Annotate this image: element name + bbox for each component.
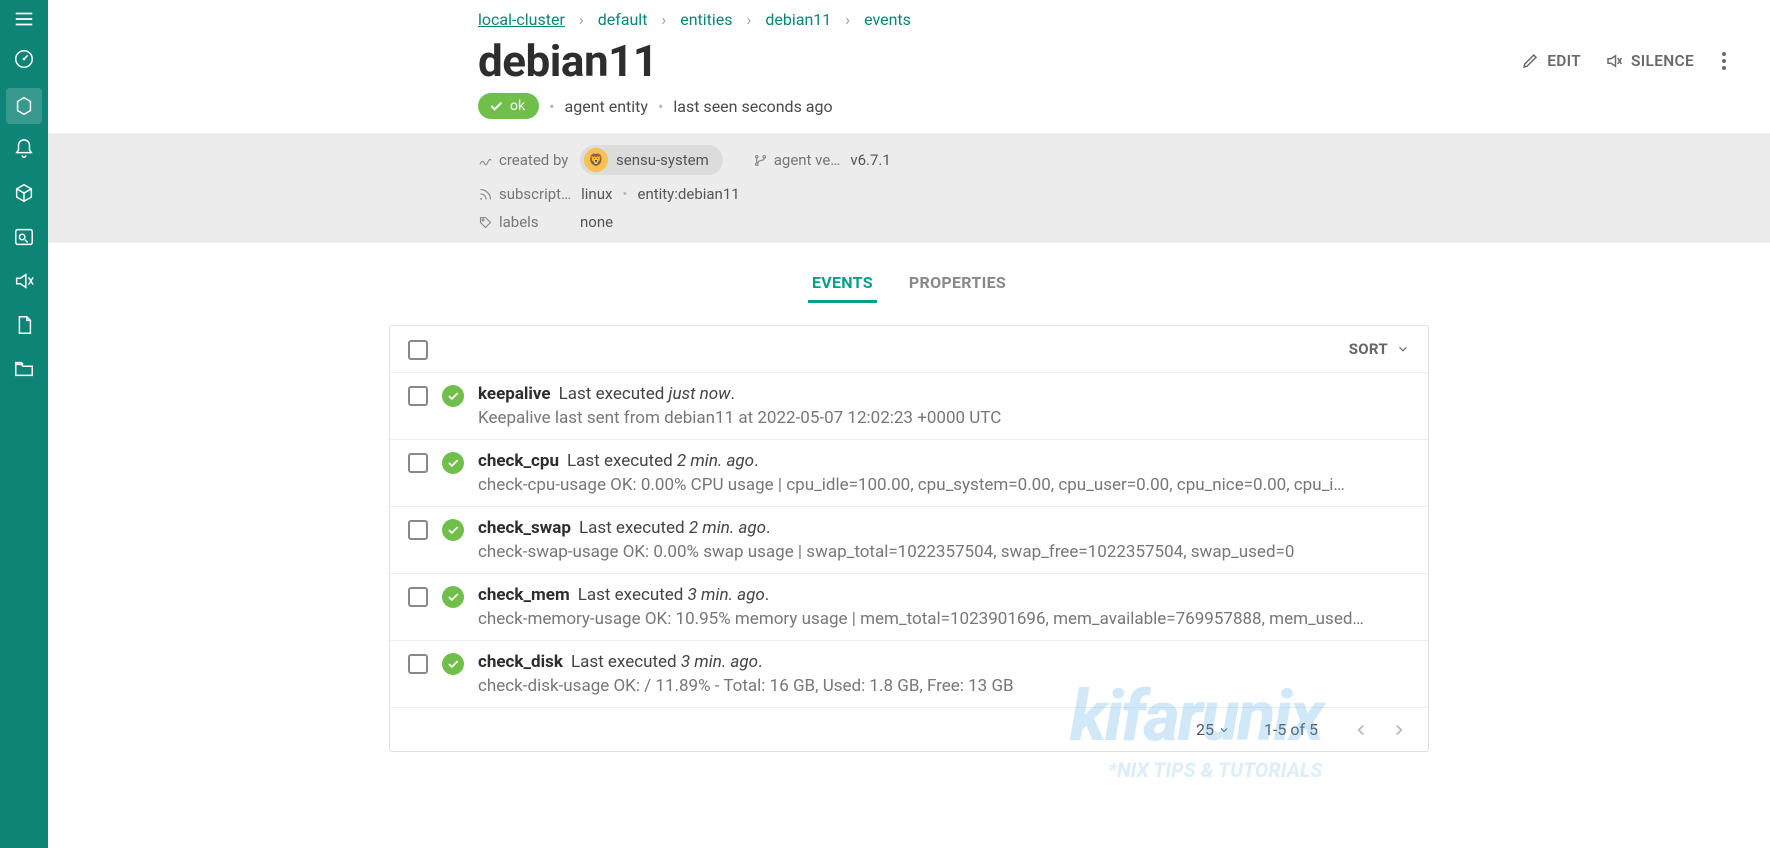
subscription-0: linux <box>581 185 612 203</box>
event-executed: Last executed just now. <box>559 384 735 404</box>
row-checkbox[interactable] <box>408 587 428 607</box>
page-title: debian11 <box>478 35 658 87</box>
labels-label: labels <box>478 213 570 231</box>
mute-icon <box>13 270 35 292</box>
event-row[interactable]: check_swap Last executed 2 min. ago. che… <box>390 507 1428 574</box>
avatar: 🦁 <box>584 148 608 172</box>
tabs: EVENTS PROPERTIES <box>808 265 1010 303</box>
cube-icon <box>13 182 35 204</box>
tab-properties[interactable]: PROPERTIES <box>905 265 1010 303</box>
labels-value: none <box>580 213 613 231</box>
prev-page-button[interactable] <box>1352 721 1370 739</box>
check-icon <box>488 98 504 114</box>
status-ok-icon <box>442 519 464 541</box>
nav-entities[interactable] <box>6 88 42 124</box>
doc-icon <box>13 314 35 336</box>
select-all-checkbox[interactable] <box>408 340 428 360</box>
next-page-button[interactable] <box>1390 721 1408 739</box>
breadcrumb: local-cluster› default› entities› debian… <box>48 10 1770 29</box>
crumb-0[interactable]: local-cluster <box>478 10 565 29</box>
entity-type: agent entity <box>565 97 648 116</box>
crumb-1[interactable]: default <box>598 10 648 29</box>
row-checkbox[interactable] <box>408 654 428 674</box>
crumb-3[interactable]: debian11 <box>765 10 831 29</box>
chevron-down-icon <box>1396 342 1410 356</box>
nav-checks[interactable] <box>0 174 48 212</box>
hexagon-icon <box>13 95 35 117</box>
event-name: check_cpu <box>478 451 559 471</box>
mute-icon <box>1605 52 1623 70</box>
event-executed: Last executed 3 min. ago. <box>571 652 763 672</box>
nav-config[interactable] <box>0 350 48 388</box>
status-badge: ok <box>478 93 539 119</box>
row-checkbox[interactable] <box>408 386 428 406</box>
status-ok-icon <box>442 385 464 407</box>
search-list-icon <box>13 226 35 248</box>
event-row[interactable]: keepalive Last executed just now. Keepal… <box>390 373 1428 440</box>
branch-icon <box>753 153 768 168</box>
more-menu-button[interactable] <box>1718 48 1730 74</box>
created-by-label: created by <box>478 151 570 169</box>
nav-handlers[interactable] <box>0 306 48 344</box>
tab-events[interactable]: EVENTS <box>808 265 877 303</box>
event-executed: Last executed 2 min. ago. <box>579 518 771 538</box>
folder-icon <box>13 358 35 380</box>
event-name: check_swap <box>478 518 571 538</box>
status-ok-icon <box>442 452 464 474</box>
event-output: check-memory-usage OK: 10.95% memory usa… <box>478 609 1410 629</box>
nav-dashboard[interactable] <box>0 40 48 78</box>
event-output: Keepalive last sent from debian11 at 202… <box>478 408 1410 428</box>
pencil-icon <box>1521 52 1539 70</box>
subscription-1: entity:debian11 <box>637 185 739 203</box>
crumb-4[interactable]: events <box>864 10 911 29</box>
event-row[interactable]: check_disk Last executed 3 min. ago. che… <box>390 641 1428 707</box>
agent-version-label: agent ve… <box>753 151 841 169</box>
subscriptions-label: subscript… <box>478 185 571 203</box>
nav-filters[interactable] <box>0 218 48 256</box>
event-name: check_mem <box>478 585 570 605</box>
event-output: check-cpu-usage OK: 0.00% CPU usage | cp… <box>478 475 1410 495</box>
status-ok-icon <box>442 653 464 675</box>
bell-icon <box>13 138 35 160</box>
status-ok-icon <box>442 586 464 608</box>
row-checkbox[interactable] <box>408 520 428 540</box>
event-row[interactable]: check_cpu Last executed 2 min. ago. chec… <box>390 440 1428 507</box>
user-chip[interactable]: 🦁 sensu-system <box>580 145 723 175</box>
sidebar-rail <box>0 0 48 848</box>
events-list: kifarunix *NIX TIPS & TUTORIALS SORT kee… <box>389 325 1429 752</box>
event-output: check-disk-usage OK: / 11.89% - Total: 1… <box>478 676 1410 696</box>
event-executed: Last executed 2 min. ago. <box>567 451 759 471</box>
rss-icon <box>478 187 493 202</box>
gauge-icon <box>13 48 35 70</box>
silence-button[interactable]: SILENCE <box>1605 52 1694 70</box>
nav-events[interactable] <box>0 130 48 168</box>
menu-toggle-button[interactable] <box>0 4 48 34</box>
pagination-range: 1-5 of 5 <box>1264 720 1318 739</box>
nav-silences[interactable] <box>0 262 48 300</box>
caret-down-icon <box>1218 724 1230 736</box>
page-size-select[interactable]: 25 <box>1196 720 1230 739</box>
event-row[interactable]: check_mem Last executed 3 min. ago. chec… <box>390 574 1428 641</box>
signature-icon <box>478 153 493 168</box>
event-name: keepalive <box>478 384 551 404</box>
last-seen: last seen seconds ago <box>673 97 832 116</box>
tag-icon <box>478 215 493 230</box>
hamburger-icon <box>13 8 35 30</box>
sort-button[interactable]: SORT <box>1349 340 1410 358</box>
edit-button[interactable]: EDIT <box>1521 52 1581 70</box>
crumb-2[interactable]: entities <box>680 10 732 29</box>
row-checkbox[interactable] <box>408 453 428 473</box>
event-name: check_disk <box>478 652 563 672</box>
agent-version: v6.7.1 <box>850 151 890 169</box>
event-output: check-swap-usage OK: 0.00% swap usage | … <box>478 542 1410 562</box>
event-executed: Last executed 3 min. ago. <box>578 585 770 605</box>
